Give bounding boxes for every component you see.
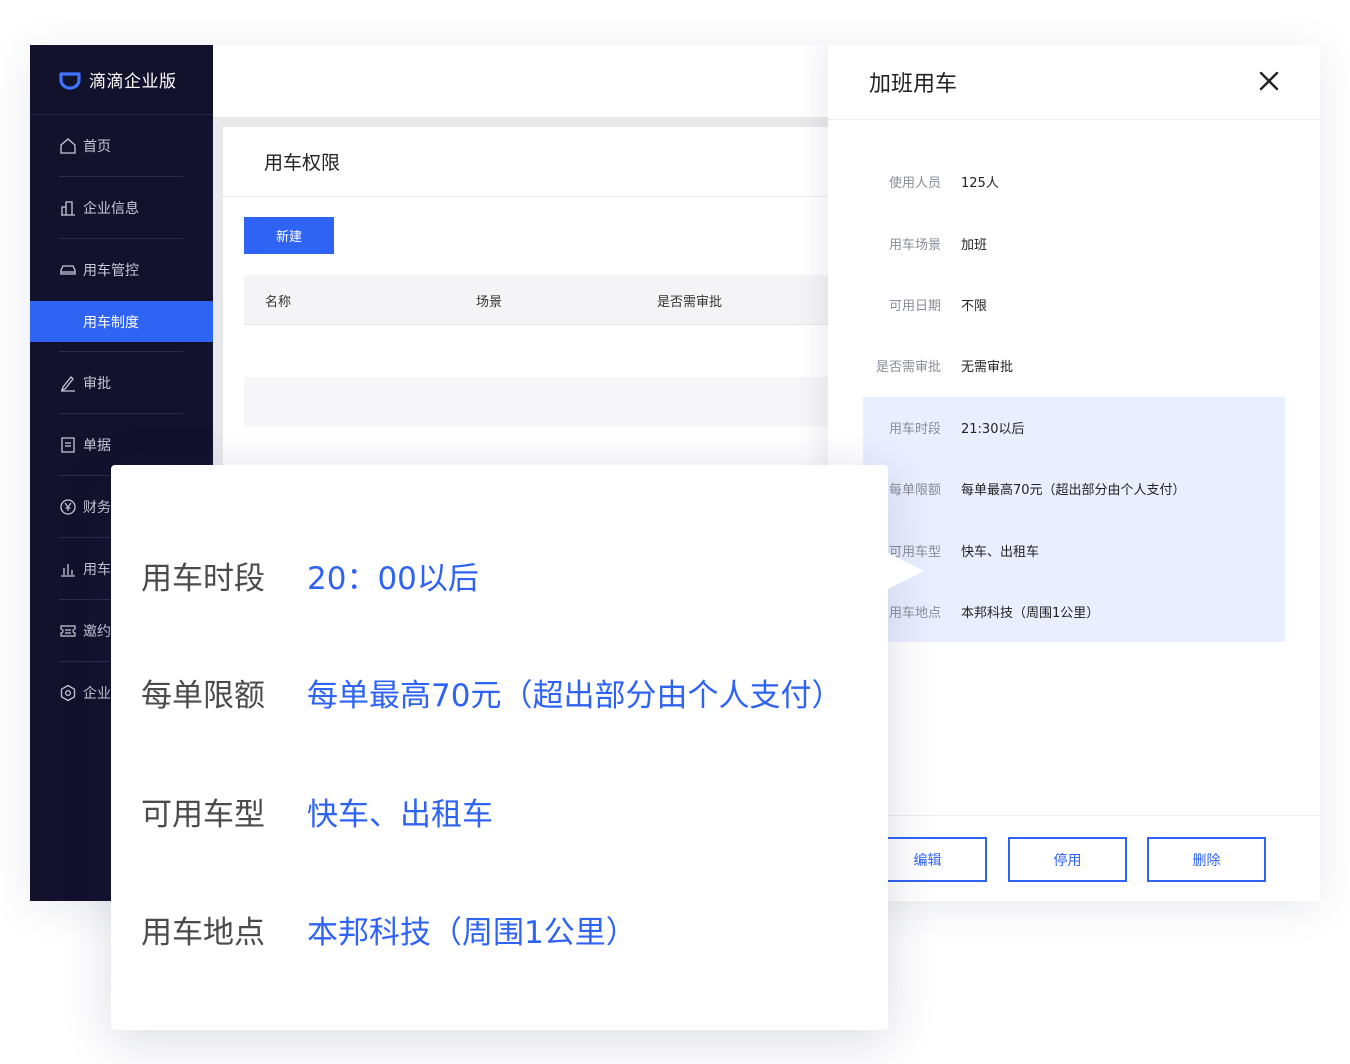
zoom-callout-card: 用车时段 20：00以后 每单限额 每单最高70元（超出部分由个人支付） 可用车… [111,465,924,1030]
column-header-scene[interactable]: 场景 [476,291,502,310]
sidebar-item-label: 企业 [83,686,111,702]
callout-row: 用车时段 20：00以后 [141,553,479,598]
detail-row-highlighted: 每单限额 每单最高70元（超出部分由个人支付） [863,457,1285,520]
detail-drawer: 加班用车 使用人员 125人 用车场景 加班 可用日期 不限 是否需审批 无需审… [828,45,1320,901]
disable-button[interactable]: 停用 [1008,837,1127,882]
drawer-footer: 编辑 停用 删除 [828,815,1320,901]
sidebar-item-home[interactable]: 首页 [30,115,213,177]
drawer-title: 加班用车 [869,72,958,97]
callout-row: 用车地点 本邦科技（周围1公里） [141,907,637,952]
sidebar-item-car-policy[interactable]: 用车制度 [30,301,213,342]
didi-logo-icon [59,71,81,90]
sidebar-item-label: 单据 [83,438,111,454]
detail-row: 可用日期 不限 [863,274,1285,335]
enterprise-info-icon [61,201,75,216]
sidebar-item-label: 用车 [83,562,111,578]
detail-value: 本邦科技（周围1公里） [961,605,1100,621]
sidebar-item-label: 用车制度 [83,314,139,331]
car-icon [60,265,76,275]
close-icon[interactable] [1257,69,1281,93]
detail-row-highlighted: 可用车型 快车、出租车 [863,519,1285,581]
sidebar-item-label: 审批 [83,376,111,392]
detail-value: 125人 [961,176,999,192]
detail-value: 不限 [961,298,988,314]
sidebar-item-approval[interactable]: 审批 [30,352,213,414]
sidebar-item-label: 邀约 [83,624,111,640]
callout-value: 20：00以后 [307,561,479,597]
delete-button[interactable]: 删除 [1147,837,1266,882]
detail-label: 是否需审批 [875,360,941,376]
detail-label: 用车时段 [888,421,941,437]
sidebar-item-label: 首页 [83,139,111,155]
sidebar-item-label: 企业信息 [83,201,139,217]
detail-value: 每单最高70元（超出部分由个人支付） [961,483,1186,499]
callout-value: 本邦科技（周围1公里） [307,915,637,951]
detail-value: 快车、出租车 [961,544,1040,560]
callout-label: 用车地点 [141,915,265,951]
callout-label: 可用车型 [141,797,265,833]
column-header-approval[interactable]: 是否需审批 [657,291,722,310]
callout-row: 每单限额 每单最高70元（超出部分由个人支付） [141,670,842,715]
sidebar-item-label: 用车管控 [83,263,139,279]
detail-list: 使用人员 125人 用车场景 加班 可用日期 不限 是否需审批 无需审批 用车时… [863,151,1285,643]
detail-value: 21:30以后 [961,421,1025,437]
sidebar-item-car-control[interactable]: 用车管控 [30,239,213,301]
detail-value: 加班 [961,237,988,253]
detail-row: 使用人员 125人 [863,151,1285,212]
detail-label: 用车场景 [888,237,941,253]
sidebar-item-label: 财务 [83,500,111,516]
bar-chart-icon [61,564,75,577]
detail-label: 可用日期 [888,298,941,314]
ticket-icon [60,625,76,637]
brand[interactable]: 滴滴企业版 [30,45,213,115]
detail-row: 是否需审批 无需审批 [863,335,1285,396]
column-header-name[interactable]: 名称 [265,291,291,310]
detail-row: 用车场景 加班 [863,212,1285,273]
table-row[interactable] [244,377,843,427]
page-title: 用车权限 [223,127,843,197]
callout-value: 每单最高70元（超出部分由个人支付） [307,678,843,714]
detail-row-highlighted: 用车时段 21:30以后 [863,396,1285,458]
divider [30,342,213,352]
detail-value: 无需审批 [961,360,1014,376]
callout-pointer [888,553,924,589]
brand-name: 滴滴企业版 [89,72,177,92]
document-icon [61,437,75,453]
settings-hex-icon [60,684,76,702]
home-icon [60,138,76,154]
pen-icon [60,376,75,392]
table-header: 名称 场景 是否需审批 [244,275,843,325]
detail-label: 使用人员 [888,176,941,192]
callout-label: 用车时段 [141,561,265,597]
drawer-header: 加班用车 [828,45,1320,120]
sidebar-item-enterprise-info[interactable]: 企业信息 [30,177,213,239]
callout-row: 可用车型 快车、出租车 [141,789,493,834]
yuan-icon [60,499,76,515]
callout-label: 每单限额 [141,678,265,714]
callout-value: 快车、出租车 [307,797,493,833]
detail-row-highlighted: 用车地点 本邦科技（周围1公里） [863,580,1285,643]
new-button[interactable]: 新建 [244,217,334,254]
